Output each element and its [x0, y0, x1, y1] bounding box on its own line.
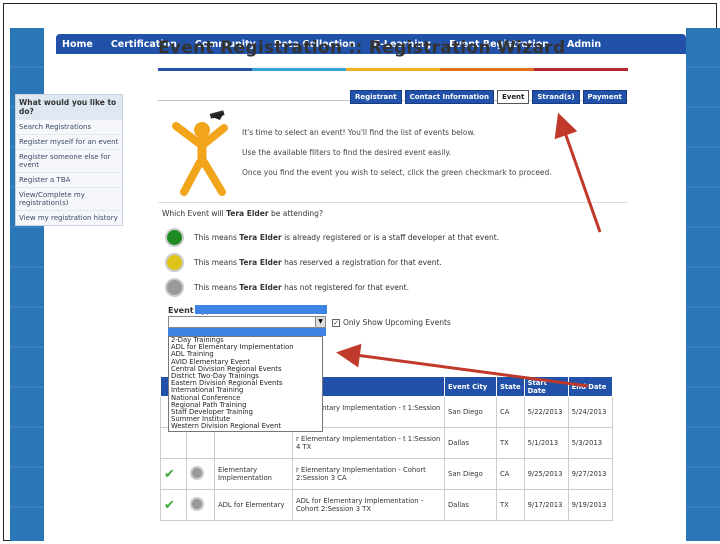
sidebar-header: What would you like to do? — [16, 95, 122, 119]
cell-end: 9/27/2013 — [567, 458, 613, 490]
legend-text-registered: This means Tera Elder is already registe… — [194, 233, 500, 242]
green-status-icon — [165, 228, 184, 247]
legend-text-not-registered: This means Tera Elder has not registered… — [194, 283, 409, 292]
tab-strands[interactable]: Strand(s) — [532, 90, 580, 104]
right-background-band — [686, 28, 720, 541]
nav-admin[interactable]: Admin — [567, 39, 601, 50]
event-type-highlight — [195, 305, 327, 314]
event-type-dropdown[interactable]: 2-Day Trainings ADL for Elementary Imple… — [168, 336, 323, 432]
legend-reserved: This means Tera Elder has reserved a reg… — [165, 253, 442, 272]
cell-start: 9/17/2013 — [523, 489, 569, 521]
col-event-city[interactable]: Event City — [444, 376, 497, 397]
col-start-date[interactable]: Start Date — [523, 376, 569, 397]
tab-registrant[interactable]: Registrant — [350, 90, 402, 104]
question-name: Tera Elder — [226, 209, 269, 218]
cell-city: Dallas — [444, 489, 497, 521]
question-pre: Which Event will — [162, 209, 227, 218]
cell-state: CA — [496, 396, 525, 428]
intro-line-3: Once you find the event you wish to sele… — [242, 168, 552, 177]
cell-start: 9/25/2013 — [523, 458, 569, 490]
chevron-down-icon[interactable]: ▼ — [315, 317, 325, 327]
event-type-select[interactable]: ▼ — [168, 316, 326, 328]
table-row: ✔ ADL for Elementary ADL for Elementary … — [160, 489, 613, 521]
cell-state: CA — [496, 458, 525, 490]
cell-type — [214, 427, 293, 459]
cell-start: 5/1/2013 — [523, 427, 569, 459]
legend-registered: This means Tera Elder is already registe… — [165, 228, 499, 247]
sidebar-item-search-registrations[interactable]: Search Registrations — [16, 119, 122, 134]
cell-type: ADL for Elementary — [214, 489, 293, 521]
selected-option-highlight[interactable] — [168, 328, 326, 336]
separator — [158, 202, 628, 203]
cell-state: TX — [496, 427, 525, 459]
sidebar-item-register-someone-else[interactable]: Register someone else for event — [16, 149, 122, 172]
table-row: ✔ Elementary Implementation r Elementary… — [160, 458, 613, 490]
select-check-icon[interactable]: ✔ — [160, 489, 187, 521]
cell-end: 5/24/2013 — [567, 396, 613, 428]
cell-name: r Elementary Implementation - t 1:Sessio… — [292, 427, 445, 459]
status-dot-icon — [186, 489, 215, 521]
table-row: r Elementary Implementation - t 1:Sessio… — [160, 427, 613, 459]
tab-event[interactable]: Event — [496, 90, 530, 104]
cell-city: Dallas — [444, 427, 497, 459]
wizard-tabs: Registrant Contact Information Event Str… — [350, 90, 627, 104]
cell-start: 5/22/2013 — [523, 396, 569, 428]
option-western-division[interactable]: Western Division Regional Event — [169, 423, 322, 430]
sidebar-item-register-tba[interactable]: Register a TBA — [16, 172, 122, 187]
upcoming-checkbox[interactable]: ✓ — [332, 318, 340, 327]
yellow-status-icon — [165, 253, 184, 272]
question-post: be attending? — [268, 209, 323, 218]
cell-end: 9/19/2013 — [567, 489, 613, 521]
cell-name: r Elementary Implementation - Cohort 2:S… — [292, 458, 445, 490]
gray-status-icon — [165, 278, 184, 297]
sidebar-item-view-complete[interactable]: View/Complete my registration(s) — [16, 187, 122, 210]
col-end-date[interactable]: End Date — [567, 376, 613, 397]
col-state[interactable]: State — [496, 376, 525, 397]
tab-payment[interactable]: Payment — [582, 90, 627, 104]
legend-not-registered: This means Tera Elder has not registered… — [165, 278, 409, 297]
status-dot-icon — [186, 458, 215, 490]
cell-city: San Diego — [444, 396, 497, 428]
nav-home[interactable]: Home — [62, 39, 93, 50]
upcoming-filter[interactable]: ✓ Only Show Upcoming Events — [332, 318, 451, 327]
upcoming-label: Only Show Upcoming Events — [343, 318, 451, 327]
cell-city: San Diego — [444, 458, 497, 490]
intro-line-1: It's time to select an event! You'll fin… — [242, 128, 476, 137]
select-check-icon[interactable]: ✔ — [160, 458, 187, 490]
cell-type: Elementary Implementation — [214, 458, 293, 490]
sidebar: What would you like to do? Search Regist… — [15, 94, 123, 226]
title-rule — [158, 68, 628, 71]
cell-name: ADL for Elementary Implementation - Coho… — [292, 489, 445, 521]
intro-line-2: Use the available filters to find the de… — [242, 148, 452, 157]
cell-end: 5/3/2013 — [567, 427, 613, 459]
attendee-question: Which Event will Tera Elder be attending… — [162, 209, 323, 218]
tab-contact-information[interactable]: Contact Information — [404, 90, 494, 104]
sidebar-item-history[interactable]: View my registration history — [16, 210, 122, 225]
sidebar-item-register-myself[interactable]: Register myself for an event — [16, 134, 122, 149]
graduate-figure-icon — [172, 110, 228, 196]
page-title: Event Registration :: Registration Wizar… — [158, 38, 566, 58]
cell-state: TX — [496, 489, 525, 521]
legend-text-reserved: This means Tera Elder has reserved a reg… — [194, 258, 442, 267]
